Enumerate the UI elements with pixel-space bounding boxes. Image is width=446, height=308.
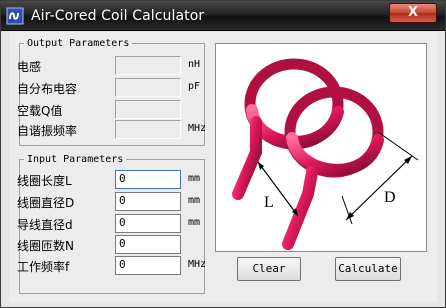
length-input[interactable]: 0 [115, 170, 181, 189]
wire-diameter-label: 导线直径d [17, 218, 73, 232]
diameter-dimension-label: D [384, 189, 396, 206]
inductance-output [115, 56, 181, 75]
coil-diagram: L D [215, 43, 427, 252]
coil-diameter-input[interactable]: 0 [115, 192, 181, 211]
frequency-unit: MHz [188, 259, 207, 270]
length-label: 线圈长度L [17, 174, 72, 188]
frequency-label: 工作频率f [17, 260, 70, 274]
turns-input[interactable]: 0 [115, 235, 181, 254]
turns-label: 线圈匝数N [17, 239, 74, 253]
clear-button[interactable]: Clear [237, 257, 301, 281]
length-unit: mm [188, 173, 201, 184]
coil-diameter-unit: mm [188, 195, 201, 206]
wire-diameter-input[interactable]: 0 [115, 214, 181, 233]
client-area: Output Parameters 电感 nH 自分布电容 pF 空载Q值 自谐… [9, 32, 437, 302]
frequency-input[interactable]: 0 [115, 256, 181, 275]
close-button[interactable]: X [389, 3, 437, 23]
coil-illustration: L D [232, 58, 419, 250]
length-dimension-label: L [264, 194, 274, 211]
app-window: Air-Cored Coil Calculator X Output Param… [0, 0, 446, 308]
resonance-output [115, 120, 181, 139]
inductance-label: 电感 [17, 60, 42, 74]
resonance-unit: MHz [188, 123, 207, 134]
q-value-output [115, 100, 181, 119]
wire-diameter-unit: mm [188, 217, 201, 228]
title-bar[interactable]: Air-Cored Coil Calculator X [1, 1, 445, 31]
coil-lead-left [232, 116, 262, 200]
output-parameters-legend: Output Parameters [27, 38, 130, 49]
capacitance-unit: pF [188, 81, 201, 92]
calculate-button[interactable]: Calculate [335, 257, 401, 281]
input-parameters-legend: Input Parameters [27, 154, 124, 165]
capacitance-label: 自分布电容 [17, 82, 78, 96]
coil-diameter-label: 线圈直径D [17, 196, 75, 210]
capacitance-output [115, 78, 181, 97]
q-value-label: 空载Q值 [17, 104, 63, 118]
resonance-label: 自谐振频率 [17, 124, 78, 138]
diameter-ext-line-top [377, 131, 419, 161]
window-title: Air-Cored Coil Calculator [31, 8, 205, 24]
app-icon [6, 7, 24, 25]
inductance-unit: nH [188, 59, 201, 70]
